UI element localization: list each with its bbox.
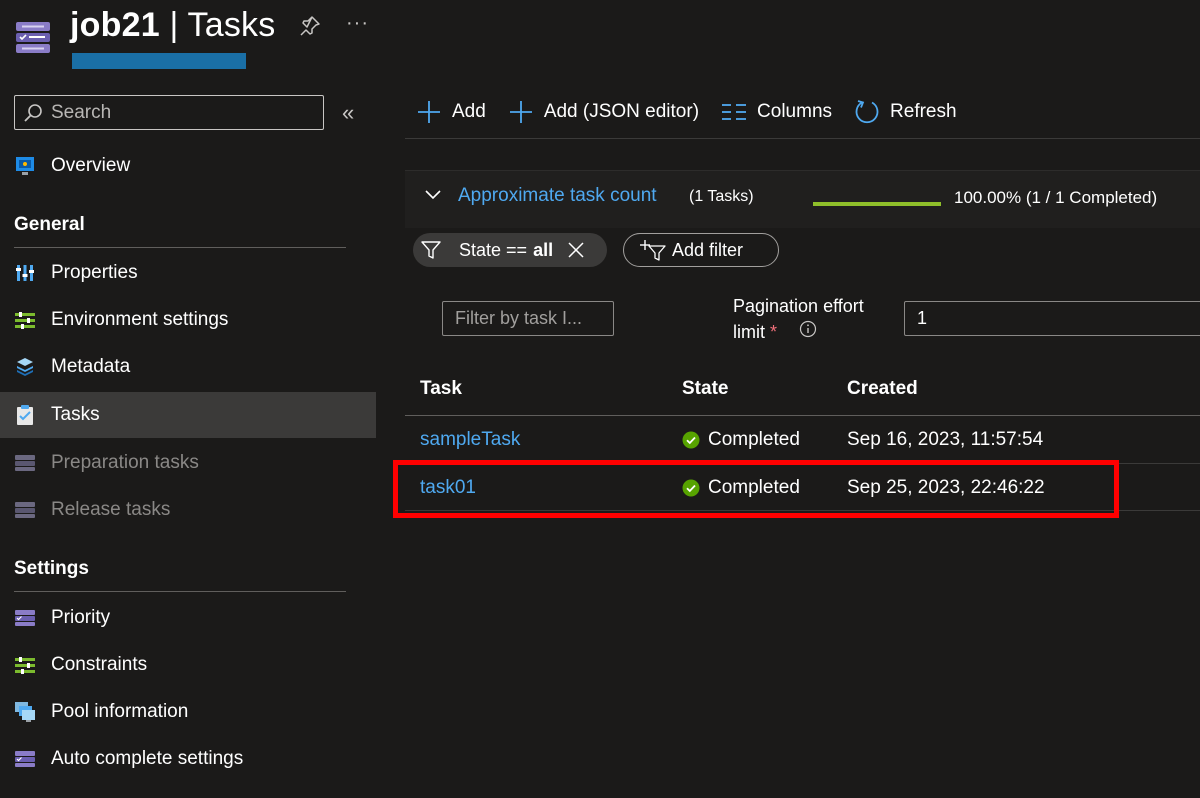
sidebar-item-label: Preparation tasks xyxy=(51,452,199,473)
tasks-icon xyxy=(14,404,36,426)
chevron-down-icon[interactable] xyxy=(424,186,442,204)
search-input[interactable] xyxy=(51,101,311,124)
state-filter-prefix: State == xyxy=(459,239,528,260)
sidebar-item-pool-information[interactable]: Pool information xyxy=(0,689,376,735)
sidebar-item-tasks[interactable]: Tasks xyxy=(0,392,376,438)
pagination-limit-field[interactable] xyxy=(904,301,1200,336)
metadata-icon xyxy=(14,356,36,378)
add-filter-button[interactable]: Add filter xyxy=(623,233,779,267)
plus-icon xyxy=(508,99,534,125)
highlight-annotation-box xyxy=(393,460,1119,518)
columns-button[interactable]: Columns xyxy=(721,99,832,125)
task-state: Completed xyxy=(682,429,800,451)
columns-icon xyxy=(721,99,747,125)
info-icon[interactable] xyxy=(799,320,817,338)
sidebar-item-label: Priority xyxy=(51,607,111,628)
add-filter-icon xyxy=(640,240,666,261)
sidebar-item-label: Auto complete settings xyxy=(51,748,244,769)
section-header-general: General xyxy=(14,214,85,235)
add-json-editor-button[interactable]: Add (JSON editor) xyxy=(508,99,699,125)
more-options-icon[interactable]: ··· xyxy=(346,12,369,35)
close-icon[interactable] xyxy=(567,241,585,259)
refresh-button[interactable]: Refresh xyxy=(854,99,957,125)
state-filter-value: all xyxy=(533,239,554,260)
sidebar-item-label: Environment settings xyxy=(51,309,229,330)
pagination-limit-input[interactable] xyxy=(917,308,1177,329)
add-button-label: Add xyxy=(452,101,486,122)
task-link[interactable]: sampleTask xyxy=(420,429,520,451)
progress-bar xyxy=(813,202,941,206)
columns-button-label: Columns xyxy=(757,101,833,122)
refresh-icon xyxy=(854,99,880,125)
add-button[interactable]: Add xyxy=(416,99,486,125)
sidebar-item-label: Constraints xyxy=(51,654,148,675)
priority-icon xyxy=(14,607,36,629)
job-name: job21 xyxy=(70,6,160,44)
title-separator: | xyxy=(159,6,188,44)
task-id-filter[interactable] xyxy=(442,301,614,336)
page-title: job21 | Tasks xyxy=(70,6,275,45)
column-header-task[interactable]: Task xyxy=(420,378,462,400)
progress-text: 100.00% (1 / 1 Completed) xyxy=(954,188,1158,207)
task-id-filter-input[interactable] xyxy=(455,308,605,329)
task-created: Sep 16, 2023, 11:57:54 xyxy=(847,429,1044,450)
sidebar-item-constraints[interactable]: Constraints xyxy=(0,642,376,688)
state-filter-pill[interactable]: State == all xyxy=(413,233,607,267)
sidebar-item-label: Metadata xyxy=(51,356,131,377)
properties-icon xyxy=(14,262,36,284)
refresh-button-label: Refresh xyxy=(890,101,957,122)
release-tasks-icon xyxy=(14,499,36,521)
plus-icon xyxy=(416,99,442,125)
preparation-tasks-icon xyxy=(14,452,36,474)
table-header-divider xyxy=(405,415,1200,416)
add-filter-label: Add filter xyxy=(672,239,744,260)
sidebar-item-properties[interactable]: Properties xyxy=(0,250,376,296)
section-divider xyxy=(14,591,346,592)
filter-icon xyxy=(421,241,441,259)
sidebar-item-auto-complete-settings[interactable]: Auto complete settings xyxy=(0,736,376,782)
sidebar-search[interactable] xyxy=(14,95,324,130)
check-circle-icon xyxy=(682,431,700,449)
constraints-icon xyxy=(14,654,36,676)
toolbar-divider xyxy=(405,138,1200,139)
sidebar-item-label: Release tasks xyxy=(51,499,171,520)
sidebar-item-label: Overview xyxy=(51,155,131,176)
collapse-sidebar-button[interactable]: « xyxy=(342,100,354,126)
section-header-settings: Settings xyxy=(14,558,89,579)
sidebar-item-environment-settings[interactable]: Environment settings xyxy=(0,297,376,343)
sidebar-item-label: Pool information xyxy=(51,701,189,722)
sidebar-item-label: Tasks xyxy=(51,404,100,425)
sidebar-item-release-tasks[interactable]: Release tasks xyxy=(0,487,376,533)
sidebar-item-metadata[interactable]: Metadata xyxy=(0,344,376,390)
task-state-label: Completed xyxy=(708,429,800,450)
job-icon xyxy=(16,22,50,53)
auto-complete-settings-icon xyxy=(14,748,36,770)
sidebar-item-overview[interactable]: Overview xyxy=(0,143,376,189)
command-bar: Add Add (JSON editor) Columns Refresh xyxy=(416,96,979,128)
sidebar-item-preparation-tasks[interactable]: Preparation tasks xyxy=(0,440,376,486)
sidebar-item-label: Properties xyxy=(51,262,138,283)
column-header-created[interactable]: Created xyxy=(847,378,918,400)
overview-icon xyxy=(14,155,36,177)
page-name: Tasks xyxy=(187,6,276,44)
pool-information-icon xyxy=(14,701,36,723)
task-count-title[interactable]: Approximate task count xyxy=(458,185,657,207)
sidebar-item-priority[interactable]: Priority xyxy=(0,595,376,641)
task-count-subtitle: (1 Tasks) xyxy=(689,188,754,205)
redacted-subtitle-bar xyxy=(72,53,246,69)
search-icon xyxy=(24,103,42,122)
required-marker: * xyxy=(770,322,778,342)
column-header-state[interactable]: State xyxy=(682,378,728,400)
pagination-label-line1: Pagination effort xyxy=(733,296,864,316)
section-divider xyxy=(14,247,346,248)
environment-settings-icon xyxy=(14,309,36,331)
pin-icon[interactable] xyxy=(298,14,322,38)
pagination-label-line2: limit xyxy=(733,322,765,342)
add-json-editor-label: Add (JSON editor) xyxy=(543,101,700,122)
